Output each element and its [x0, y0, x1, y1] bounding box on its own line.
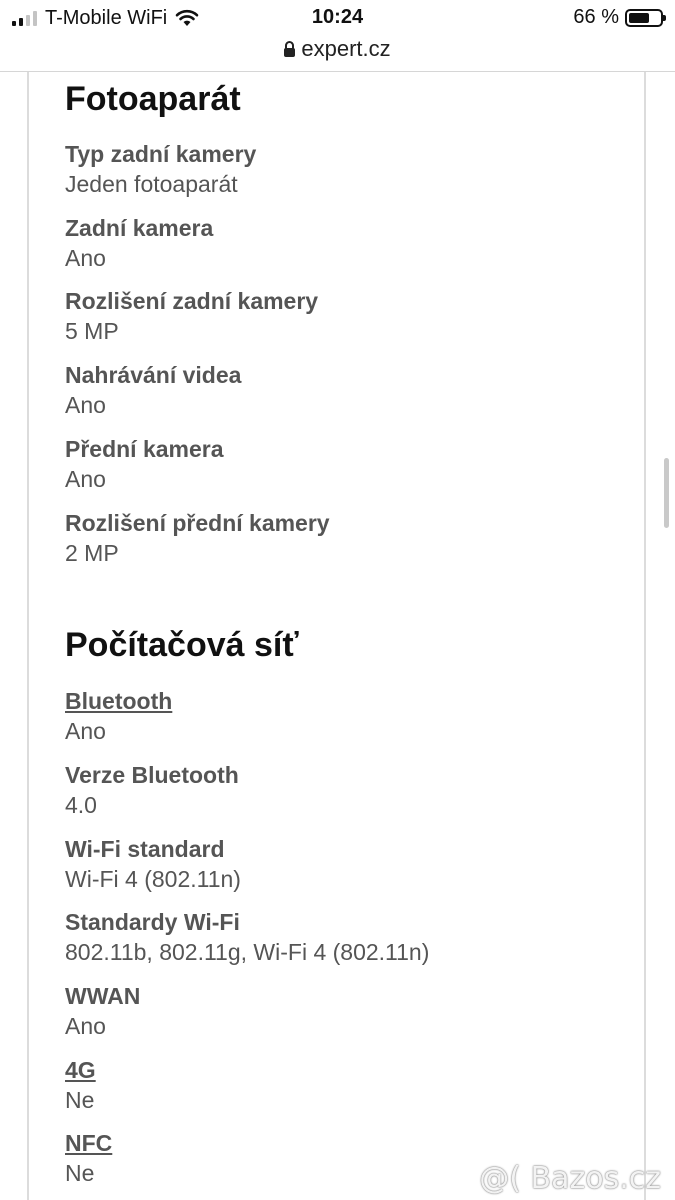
spec-item: Standardy Wi-Fi 802.11b, 802.11g, Wi-Fi …	[65, 907, 429, 967]
spec-item: WWAN Ano	[65, 981, 140, 1041]
spec-value: 4.0	[65, 792, 97, 818]
spec-label: WWAN	[65, 983, 141, 1009]
section-title-camera: Fotoaparát	[65, 80, 241, 118]
spec-value: Ano	[65, 392, 106, 418]
url-text: expert.cz	[301, 36, 391, 61]
spec-label: Standardy Wi-Fi	[65, 909, 240, 935]
spec-item: NFC Ne	[65, 1128, 112, 1188]
spec-label-link[interactable]: 4G	[65, 1055, 96, 1085]
spec-label-link[interactable]: Bluetooth	[65, 686, 172, 716]
spec-value: Wi-Fi 4 (802.11n)	[65, 866, 241, 892]
spec-item: Přední kamera Ano	[65, 434, 224, 494]
spec-item: Bluetooth Ano	[65, 686, 172, 746]
battery-status: 66 %	[573, 6, 666, 29]
watermark: @( Bazos.cz	[479, 1161, 661, 1196]
spec-label-link[interactable]: NFC	[65, 1128, 112, 1158]
spec-label: Verze Bluetooth	[65, 762, 239, 788]
spec-item: Nahrávání videa Ano	[65, 360, 241, 420]
spec-item: Wi-Fi standard Wi-Fi 4 (802.11n)	[65, 834, 241, 894]
battery-icon	[625, 8, 666, 27]
spec-label: Rozlišení zadní kamery	[65, 288, 319, 314]
spec-item: Verze Bluetooth 4.0	[65, 760, 239, 820]
spec-value: 5 MP	[65, 318, 119, 344]
spec-label: Zadní kamera	[65, 215, 214, 241]
spec-value: Jeden fotoaparát	[65, 171, 238, 197]
spec-value: Ne	[65, 1160, 95, 1186]
spec-label: Typ zadní kamery	[65, 141, 257, 167]
spec-label: Rozlišení přední kamery	[65, 510, 330, 536]
spec-label: Přední kamera	[65, 436, 224, 462]
spec-value: Ano	[65, 245, 106, 271]
lock-icon	[284, 40, 296, 57]
spec-item: Typ zadní kamery Jeden fotoaparát	[65, 139, 256, 199]
spec-label: Wi-Fi standard	[65, 836, 225, 862]
spec-item: Rozlišení přední kamery 2 MP	[65, 508, 330, 568]
address-bar[interactable]: expert.cz	[0, 36, 675, 62]
battery-percent: 66 %	[573, 6, 619, 28]
spec-item: 4G Ne	[65, 1055, 96, 1115]
scrollbar[interactable]	[664, 458, 669, 528]
spec-value: 2 MP	[65, 540, 119, 566]
spec-value: Ne	[65, 1087, 95, 1113]
spec-value: Ano	[65, 466, 106, 492]
spec-item: Zadní kamera Ano	[65, 213, 213, 273]
spec-item: Rozlišení zadní kamery 5 MP	[65, 286, 318, 346]
spec-value: Ano	[65, 718, 106, 744]
spec-label: Nahrávání videa	[65, 362, 242, 388]
status-bar: T-Mobile WiFi 10:24 66 %	[0, 0, 675, 36]
spec-value: Ano	[65, 1013, 106, 1039]
section-title-network: Počítačová síť	[65, 626, 299, 664]
spec-value: 802.11b, 802.11g, Wi-Fi 4 (802.11n)	[65, 939, 430, 965]
